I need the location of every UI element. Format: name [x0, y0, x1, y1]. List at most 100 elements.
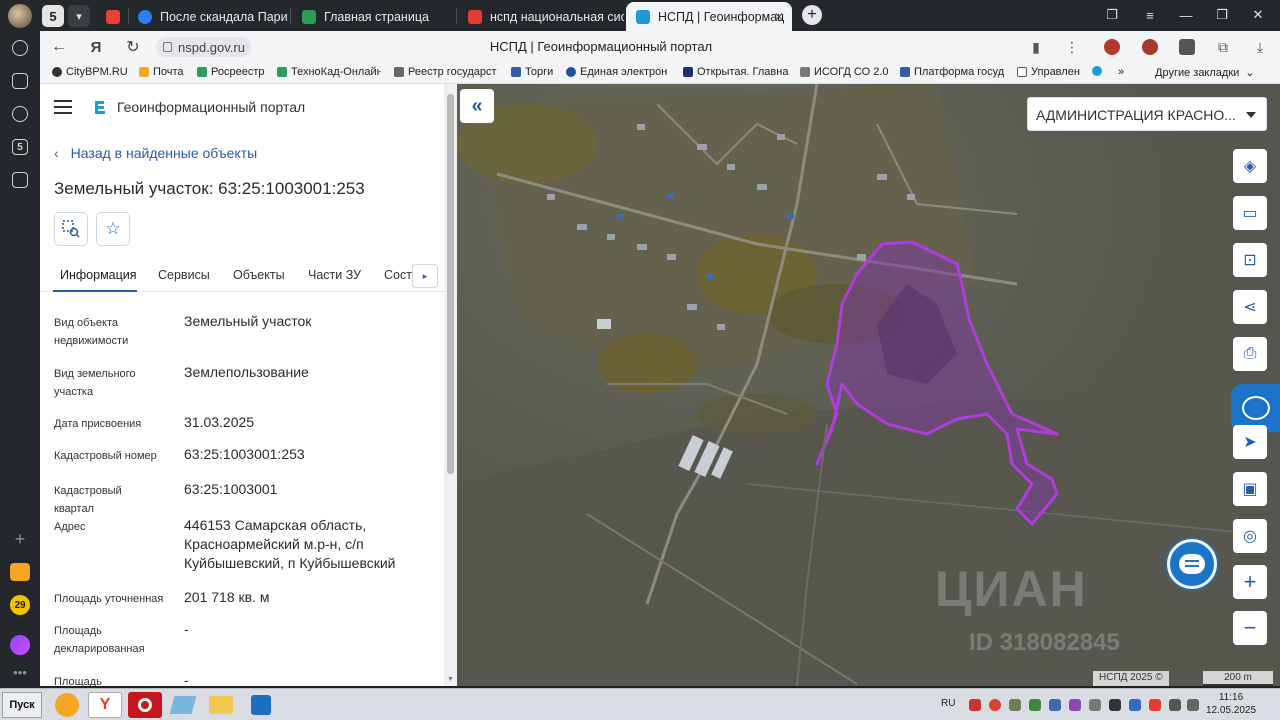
- profile-avatar[interactable]: [8, 4, 32, 28]
- panel-scrollbar[interactable]: ▼: [444, 84, 457, 686]
- navigate-button[interactable]: ➤: [1233, 425, 1267, 459]
- tray-icon[interactable]: [1009, 699, 1021, 711]
- file-explorer-taskbar-icon[interactable]: [204, 692, 238, 718]
- zoom-out-button[interactable]: −: [1233, 611, 1267, 645]
- bookmark-item[interactable]: Торги: [511, 66, 561, 78]
- history-icon[interactable]: [8, 36, 32, 60]
- map-view[interactable]: « АДМИНИСТРАЦИЯ КРАСНО... ◈ ▭ ⊡ ⋖ ⎙ ➤ ▣ …: [457, 84, 1280, 686]
- chat-button[interactable]: [1167, 539, 1217, 589]
- collapse-panel-button[interactable]: «: [460, 89, 494, 123]
- bookmark-item[interactable]: Единая электрон: [566, 66, 672, 78]
- share-button[interactable]: ⋖: [1233, 290, 1267, 324]
- bookmarks-more-button[interactable]: »: [1118, 66, 1132, 78]
- language-indicator[interactable]: RU: [941, 698, 955, 709]
- add-panel-icon[interactable]: +: [8, 527, 32, 551]
- locate-object-button[interactable]: [54, 212, 88, 246]
- bookmark-item[interactable]: Платформа госуд: [900, 66, 1008, 78]
- bookmark-item[interactable]: Реестр государст: [394, 66, 498, 78]
- search-area-button[interactable]: ⊡: [1233, 243, 1267, 277]
- more-vertical-icon[interactable]: ⋮: [1062, 37, 1082, 57]
- new-tab-button[interactable]: +: [802, 5, 822, 25]
- tab-search[interactable]: нспд национальная систе: [458, 2, 624, 31]
- yandex-logo-icon[interactable]: Я: [85, 36, 107, 58]
- restore-icon[interactable]: ❐: [1210, 5, 1234, 25]
- bookmark-item[interactable]: Управлен: [1017, 66, 1083, 78]
- taskbar-app-6-icon[interactable]: [244, 692, 278, 718]
- reload-icon[interactable]: ↻: [122, 36, 144, 58]
- tab-list-chevron-icon[interactable]: ▾: [68, 5, 90, 27]
- tray-icon[interactable]: [1109, 699, 1121, 711]
- volume-icon[interactable]: [1187, 699, 1199, 711]
- media-icon[interactable]: [8, 168, 32, 192]
- tab-mail[interactable]: [96, 2, 126, 31]
- tabs-scroll-right-icon[interactable]: ▸: [412, 264, 438, 288]
- layers-button[interactable]: ◈: [1233, 149, 1267, 183]
- tab-services[interactable]: Сервисы: [158, 268, 210, 282]
- taskbar-app-3-icon[interactable]: [128, 692, 162, 718]
- hamburger-menu-icon[interactable]: [54, 100, 72, 114]
- tab-objects[interactable]: Объекты: [233, 268, 285, 282]
- inset-map-icon: ▣: [1242, 481, 1258, 498]
- print-icon: ⎙: [1243, 345, 1257, 362]
- tray-icon[interactable]: [1049, 699, 1061, 711]
- downloads-icon[interactable]: ⤓: [1250, 37, 1270, 57]
- back-arrow-icon[interactable]: ←: [48, 36, 70, 58]
- tab-manager-icon[interactable]: ❐: [1100, 5, 1124, 25]
- mail-app-icon[interactable]: [8, 560, 32, 584]
- network-icon[interactable]: [1169, 699, 1181, 711]
- tray-icon[interactable]: [1069, 699, 1081, 711]
- tray-icon[interactable]: [1089, 699, 1101, 711]
- menu-icon[interactable]: ≡: [1138, 5, 1162, 25]
- tray-icon[interactable]: [969, 699, 981, 711]
- ruler-button[interactable]: ▭: [1233, 196, 1267, 230]
- tab-nspd-active[interactable]: НСПД | Геоинформац ✕: [626, 2, 792, 31]
- print-button[interactable]: ⎙: [1233, 337, 1267, 371]
- bookmark-ext-icon[interactable]: [1092, 66, 1106, 76]
- locate-icon: ◎: [1243, 528, 1257, 545]
- bookmark-item[interactable]: Открытая. Главна: [683, 66, 789, 78]
- tray-icon[interactable]: [989, 699, 1001, 711]
- close-tab-icon[interactable]: ✕: [774, 10, 784, 24]
- bookmark-item[interactable]: ИСОГД СО 2.0: [800, 66, 890, 78]
- other-bookmarks-button[interactable]: Другие закладки ⌄: [1155, 66, 1265, 80]
- taskbar-app-1-icon[interactable]: [50, 692, 84, 718]
- extension-1-icon[interactable]: [1102, 37, 1122, 57]
- notifications-badge[interactable]: 29: [8, 593, 32, 617]
- alice-icon[interactable]: [8, 633, 32, 657]
- bookmark-flag-icon[interactable]: ▮: [1026, 37, 1046, 57]
- tab-information[interactable]: Информация: [60, 268, 137, 282]
- taskbar-app-4-icon[interactable]: [166, 692, 200, 718]
- locate-button[interactable]: ◎: [1233, 519, 1267, 553]
- scrollbar-thumb[interactable]: [447, 94, 454, 474]
- system-clock[interactable]: 11:16 12.05.2025: [1206, 691, 1256, 717]
- tray-icon[interactable]: [1149, 699, 1161, 711]
- zoom-in-button[interactable]: +: [1233, 565, 1267, 599]
- tray-icon[interactable]: [1029, 699, 1041, 711]
- collections-icon[interactable]: [8, 69, 32, 93]
- tray-icon[interactable]: [1129, 699, 1141, 711]
- bookmark-item[interactable]: Росреестр: [197, 66, 273, 78]
- favorite-star-button[interactable]: ☆: [96, 212, 130, 246]
- extension-3-icon[interactable]: [1177, 37, 1197, 57]
- yandex-browser-taskbar-icon[interactable]: Y: [88, 692, 122, 718]
- bookmark-item[interactable]: Почта: [139, 66, 193, 78]
- more-icon[interactable]: •••: [8, 660, 32, 684]
- scroll-down-arrow-icon[interactable]: ▼: [447, 676, 454, 683]
- bookmark-item[interactable]: ТехноКад-Онлайн: [277, 66, 381, 78]
- extensions-puzzle-icon[interactable]: ⧉: [1213, 37, 1233, 57]
- tab-news[interactable]: После скандала Париж п: [128, 2, 288, 31]
- tab-counter[interactable]: 5: [42, 5, 64, 27]
- tabs-count-icon[interactable]: 5: [8, 135, 32, 159]
- inset-map-button[interactable]: ▣: [1233, 472, 1267, 506]
- minimize-icon[interactable]: —: [1174, 5, 1198, 25]
- close-window-icon[interactable]: ✕: [1246, 5, 1270, 25]
- url-field[interactable]: nspd.gov.ru: [156, 37, 251, 57]
- start-button[interactable]: Пуск: [2, 692, 42, 718]
- bookmark-item[interactable]: CityBPM.RU: [52, 66, 132, 78]
- tab-land-parts[interactable]: Части ЗУ: [308, 268, 361, 282]
- play-icon[interactable]: [8, 102, 32, 126]
- organization-select[interactable]: АДМИНИСТРАЦИЯ КРАСНО...: [1027, 97, 1267, 131]
- back-to-results-link[interactable]: ‹ Назад в найденные объекты: [54, 145, 257, 161]
- extension-2-icon[interactable]: [1140, 37, 1160, 57]
- tab-main-page[interactable]: Главная страница: [292, 2, 454, 31]
